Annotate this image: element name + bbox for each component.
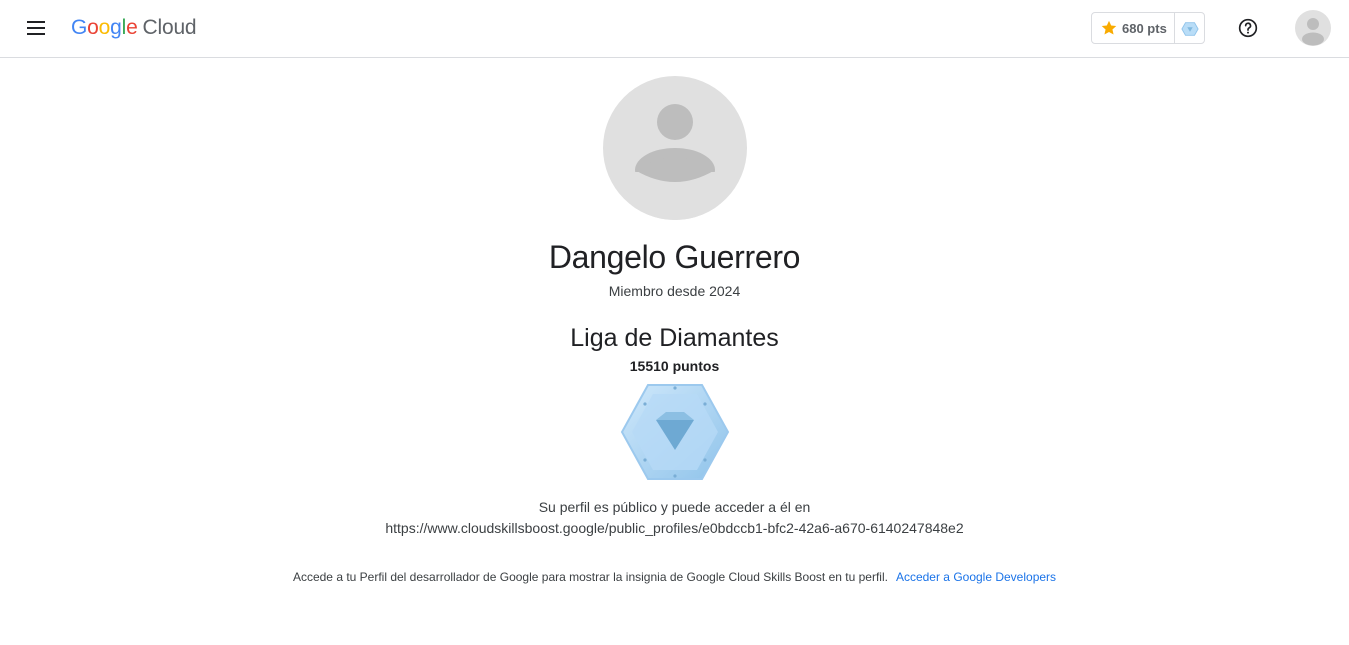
top-app-bar: Go o g l e Cloud 680 pts [0,0,1349,58]
profile-avatar [603,76,747,220]
google-developers-link[interactable]: Acceder a Google Developers [896,570,1056,584]
league-points: 15510 puntos [629,358,720,374]
profile-name: Dangelo Guerrero [548,239,801,275]
menu-button[interactable] [18,10,54,46]
logo-product-name: Cloud [142,16,197,39]
google-cloud-logo[interactable]: Go o g l e Cloud [71,14,197,42]
menu-icon [27,21,45,35]
chip-divider [1174,13,1175,43]
account-avatar-button[interactable] [1295,10,1331,46]
points-label: 680 pts [1122,20,1167,36]
developer-profile-notice: Accede a tu Perfil del desarrollador de … [0,570,1349,584]
points-chip[interactable]: 680 pts [1091,12,1205,44]
diamond-league-mini-icon [1181,22,1199,36]
public-profile-url[interactable]: https://www.cloudskillsboost.google/publ… [0,520,1349,536]
profile-page: Dangelo Guerrero Miembro desde 2024 Liga… [0,58,1349,645]
league-title: Liga de Diamantes [570,324,779,352]
diamond-league-badge-icon [620,384,730,480]
person-placeholder-icon [631,104,719,220]
member-since: Miembro desde 2024 [608,283,741,299]
help-circle-icon [1238,18,1258,38]
developer-notice-text: Accede a tu Perfil del desarrollador de … [292,570,888,584]
star-icon [1101,20,1117,35]
help-button[interactable] [1232,12,1264,44]
public-profile-notice: Su perfil es público y puede acceder a é… [538,499,811,515]
account-avatar-icon [1302,18,1324,46]
